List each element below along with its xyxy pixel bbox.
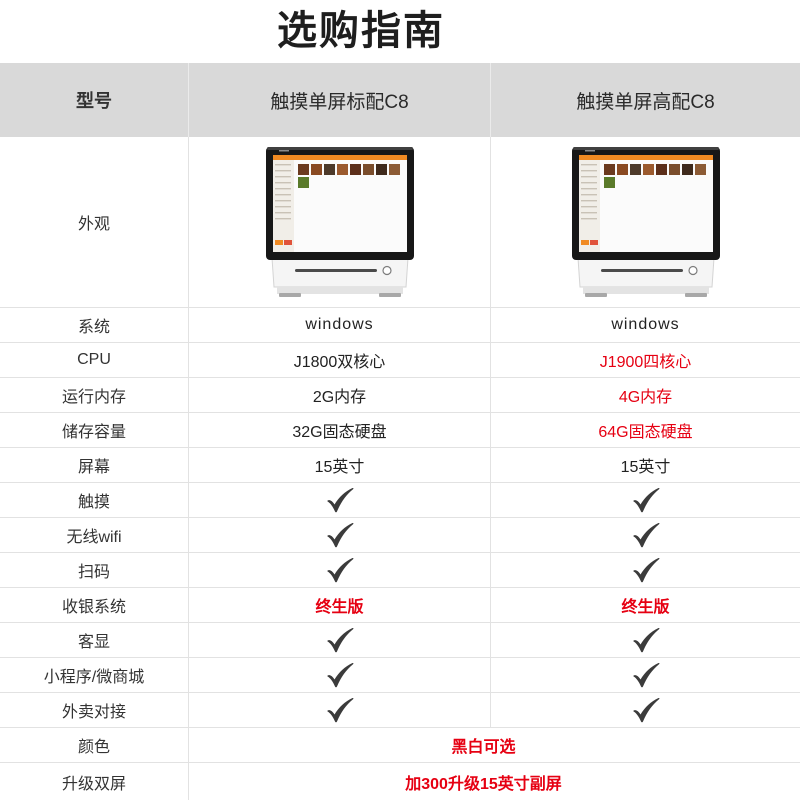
spec-value-standard [188,518,490,552]
spec-label: CPU [77,351,111,368]
spec-row: 系统 windows windows [0,308,800,343]
model-name-standard: 触摸单屏标配C8 [188,63,490,137]
spec-label: 小程序/微商城 [43,669,145,686]
appearance-label: 外观 [77,216,110,233]
checkmark-icon [326,662,354,688]
spec-value-premium [490,483,800,517]
spec-value-premium: J1900四核心 [490,343,800,377]
spec-value-standard: 32G固态硬盘 [188,413,490,447]
spec-rows: 系统 windows windows CPU J1800双核心 J1900四核心运行内存 2… [0,308,800,800]
spec-label: 储存容量 [61,424,126,441]
checkmark-icon [326,557,354,583]
spec-row: 升级双屏 加300升级15英寸副屏 [0,763,800,800]
pos-terminal-image [265,147,414,297]
spec-value-standard [188,553,490,587]
spec-label: 扫码 [77,564,110,581]
spec-value-standard [188,623,490,657]
spec-value-standard: 15英寸 [188,448,490,482]
checkmark-icon [326,522,354,548]
spec-label: 颜色 [77,739,110,756]
spec-value-premium: 64G固态硬盘 [490,413,800,447]
spec-value-premium: 15英寸 [490,448,800,482]
spec-value-premium: 4G内存 [490,378,800,412]
spec-value-standard: J1800双核心 [188,343,490,377]
spec-value-premium [490,623,800,657]
checkmark-icon [632,697,660,723]
spec-value-premium: 终生版 [490,588,800,622]
spec-value-standard: 终生版 [188,588,490,622]
spec-row: 运行内存 2G内存 4G内存 [0,378,800,413]
product-image-premium [490,137,800,307]
spec-value-both: 加300升级15英寸副屏 [188,763,800,800]
spec-value-premium [490,693,800,727]
spec-row: 屏幕 15英寸 15英寸 [0,448,800,483]
spec-row: 触摸 [0,483,800,518]
checkmark-icon [326,697,354,723]
spec-value-standard [188,693,490,727]
spec-value-standard: windows [188,308,490,342]
checkmark-icon [632,627,660,653]
spec-value-both: 黑白可选 [188,728,800,762]
spec-label: 收银系统 [61,599,126,616]
spec-row: 扫码 [0,553,800,588]
checkmark-icon [632,522,660,548]
page-title: 选购指南 [277,8,445,54]
buying-guide-page: 选购指南 型号 触摸单屏标配C8 触摸单屏高配C8 外观 系统 windows … [0,0,800,800]
spec-label: 屏幕 [77,459,110,476]
spec-row: 小程序/微商城 [0,658,800,693]
spec-value-premium [490,553,800,587]
appearance-row: 外观 [0,137,800,308]
spec-value-standard [188,483,490,517]
product-image-standard [188,137,490,307]
model-name-premium: 触摸单屏高配C8 [490,63,800,137]
checkmark-icon [632,487,660,513]
spec-value-premium [490,518,800,552]
spec-value-standard [188,658,490,692]
checkmark-icon [326,627,354,653]
spec-row: 无线wifi [0,518,800,553]
comparison-table: 型号 触摸单屏标配C8 触摸单屏高配C8 外观 系统 windows windo… [0,63,800,800]
spec-label: 客显 [77,634,110,651]
spec-label: 升级双屏 [61,775,126,793]
spec-value-premium: windows [490,308,800,342]
spec-row: 储存容量 32G固态硬盘 64G固态硬盘 [0,413,800,448]
spec-label: 系统 [77,319,110,336]
spec-row: 颜色 黑白可选 [0,728,800,763]
spec-value-premium [490,658,800,692]
spec-label: 无线wifi [66,529,122,546]
spec-value-standard: 2G内存 [188,378,490,412]
spec-label: 运行内存 [61,389,126,406]
spec-row: 外卖对接 [0,693,800,728]
pos-terminal-image [571,147,720,297]
model-header-label: 型号 [76,91,112,111]
spec-row: 收银系统 终生版 终生版 [0,588,800,623]
spec-row: 客显 [0,623,800,658]
spec-label: 外卖对接 [61,704,126,721]
checkmark-icon [632,557,660,583]
spec-label: 触摸 [77,494,110,511]
checkmark-icon [326,487,354,513]
header-row: 型号 触摸单屏标配C8 触摸单屏高配C8 [0,63,800,137]
checkmark-icon [632,662,660,688]
spec-row: CPU J1800双核心 J1900四核心 [0,343,800,378]
